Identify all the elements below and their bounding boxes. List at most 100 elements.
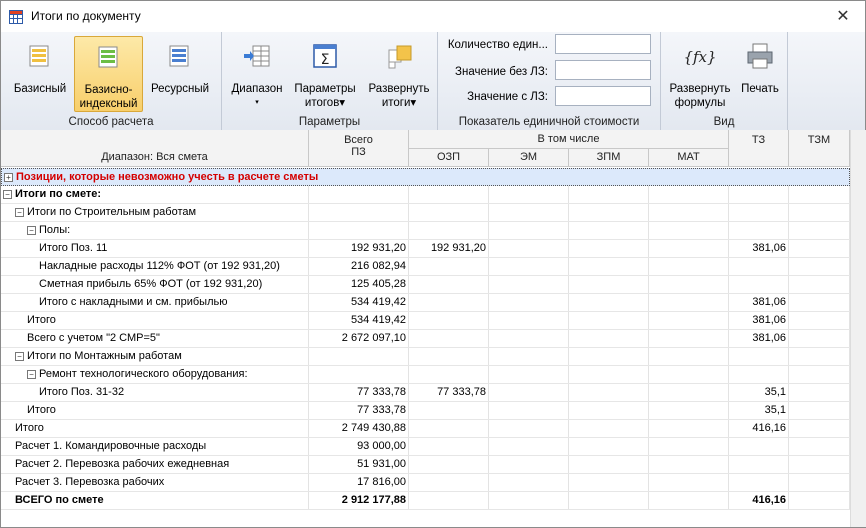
basis-index-label2: индексный bbox=[79, 98, 138, 110]
print-label: Печать bbox=[741, 83, 779, 95]
row-name-cell: Расчет 3. Перевозка рабочих bbox=[1, 474, 309, 491]
cell-ozp bbox=[409, 276, 489, 293]
header-total-pz[interactable]: Всего ПЗ bbox=[309, 130, 409, 167]
cell-pz: 93 000,00 bbox=[309, 438, 409, 455]
table-row[interactable]: − Итоги по Монтажным работам bbox=[1, 348, 850, 366]
empty-cell bbox=[789, 204, 850, 221]
header-range[interactable]: Диапазон: Вся смета bbox=[1, 130, 309, 167]
collapse-minus-icon[interactable]: − bbox=[27, 370, 36, 379]
expand-plus-icon[interactable]: + bbox=[4, 173, 13, 182]
basic-calc-icon bbox=[29, 45, 49, 67]
expand-totals-label2: итоги▾ bbox=[381, 97, 417, 109]
table-row[interactable]: − Итоги по смете: bbox=[1, 186, 850, 204]
range-button[interactable]: Диапазон ▾ bbox=[226, 36, 288, 110]
value-with-lz-label: Значение с ЛЗ: bbox=[467, 91, 548, 103]
svg-text:{fx}: {fx} bbox=[684, 48, 716, 66]
basis-index-button[interactable]: Базисно- индексный bbox=[74, 36, 143, 112]
empty-cell bbox=[789, 276, 850, 293]
empty-cell bbox=[649, 276, 729, 293]
cell-ozp bbox=[409, 312, 489, 329]
cell-tz bbox=[729, 366, 789, 383]
empty-cell bbox=[649, 222, 729, 239]
collapse-minus-icon[interactable]: − bbox=[3, 190, 12, 199]
vertical-scrollbar[interactable] bbox=[850, 130, 866, 527]
row-name-cell: Всего с учетом "2 СМР=5" bbox=[1, 330, 309, 347]
table-row[interactable]: − Итоги по Строительным работам bbox=[1, 204, 850, 222]
empty-cell bbox=[789, 186, 850, 203]
value-without-lz-field[interactable] bbox=[555, 60, 651, 80]
warning-row[interactable]: + Позиции, которые невозможно учесть в ра… bbox=[1, 168, 850, 186]
empty-cell bbox=[649, 456, 729, 473]
row-name: Ремонт технологического оборудования: bbox=[39, 368, 248, 380]
table-row[interactable]: Расчет 1. Командировочные расходы 93 000,… bbox=[1, 438, 850, 456]
table-row[interactable]: Итого с накладными и см. прибылью 534 419… bbox=[1, 294, 850, 312]
header-tzm[interactable]: ТЗМ bbox=[789, 130, 850, 167]
header-zpm[interactable]: ЗПМ bbox=[569, 149, 649, 167]
cell-pz: 17 816,00 bbox=[309, 474, 409, 491]
empty-cell bbox=[489, 204, 569, 221]
row-name-cell: − Полы: bbox=[1, 222, 309, 239]
table-row[interactable]: Итого Поз. 31-32 77 333,78 77 333,78 35,1 bbox=[1, 384, 850, 402]
empty-cell bbox=[649, 366, 729, 383]
row-name: Итоги по Строительным работам bbox=[27, 206, 197, 218]
table-row[interactable]: Итого 2 749 430,88 416,16 bbox=[1, 420, 850, 438]
totals-grid: Диапазон: Вся смета Всего ПЗ В том числе… bbox=[1, 130, 850, 527]
table-row[interactable]: Расчет 2. Перевозка рабочих ежедневная 51… bbox=[1, 456, 850, 474]
empty-cell bbox=[489, 348, 569, 365]
header-mat[interactable]: МАТ bbox=[649, 149, 729, 167]
unit-cost-group: Количество един... Значение без ЛЗ: Знач… bbox=[438, 32, 661, 130]
cell-tz bbox=[729, 276, 789, 293]
table-row[interactable]: Итого 534 419,42 381,06 bbox=[1, 312, 850, 330]
close-button[interactable]: ✕ bbox=[821, 1, 865, 32]
params-group: Диапазон ▾ Σ Параметры итогов▾ Развернут… bbox=[222, 32, 438, 130]
table-row[interactable]: Накладные расходы 112% ФОТ (от 192 931,2… bbox=[1, 258, 850, 276]
range-label: Диапазон bbox=[231, 83, 283, 95]
table-row[interactable]: − Ремонт технологического оборудования: bbox=[1, 366, 850, 384]
header-ozp[interactable]: ОЗП bbox=[409, 149, 489, 167]
expand-formulas-button[interactable]: {fx} Развернуть формулы bbox=[665, 36, 735, 110]
header-tz[interactable]: ТЗ bbox=[729, 130, 789, 167]
expand-totals-button[interactable]: Развернуть итоги▾ bbox=[364, 36, 434, 110]
resource-button[interactable]: Ресурсный bbox=[145, 36, 215, 110]
table-row[interactable]: Сметная прибыль 65% ФОТ (от 192 931,20) 1… bbox=[1, 276, 850, 294]
header-total-label: Всего bbox=[344, 134, 373, 146]
quantity-label: Количество един... bbox=[447, 39, 548, 51]
svg-text:Σ: Σ bbox=[321, 52, 330, 68]
table-row[interactable]: Итого 77 333,78 35,1 bbox=[1, 402, 850, 420]
empty-cell bbox=[489, 384, 569, 401]
empty-cell bbox=[789, 294, 850, 311]
empty-cell bbox=[649, 438, 729, 455]
expand-totals-icon bbox=[388, 45, 412, 69]
value-with-lz-field[interactable] bbox=[555, 86, 651, 106]
resource-calc-icon bbox=[169, 45, 189, 67]
cell-ozp: 192 931,20 bbox=[409, 240, 489, 257]
row-name: Расчет 3. Перевозка рабочих bbox=[15, 476, 165, 488]
empty-cell bbox=[649, 258, 729, 275]
cell-pz: 51 931,00 bbox=[309, 456, 409, 473]
empty-cell bbox=[489, 420, 569, 437]
table-row[interactable]: Итого Поз. 11 192 931,20 192 931,20 381,06 bbox=[1, 240, 850, 258]
cell-pz bbox=[309, 222, 409, 239]
empty-cell bbox=[789, 258, 850, 275]
empty-cell bbox=[489, 276, 569, 293]
cell-tz: 381,06 bbox=[729, 330, 789, 347]
expand-totals-label1: Развернуть bbox=[368, 83, 430, 95]
cell-pz: 125 405,28 bbox=[309, 276, 409, 293]
cell-tz: 35,1 bbox=[729, 402, 789, 419]
row-name: Итого bbox=[27, 314, 56, 326]
table-row[interactable]: Всего с учетом "2 СМР=5" 2 672 097,10 381,… bbox=[1, 330, 850, 348]
header-em[interactable]: ЭМ bbox=[489, 149, 569, 167]
table-row[interactable]: Расчет 3. Перевозка рабочих 17 816,00 bbox=[1, 474, 850, 492]
collapse-minus-icon[interactable]: − bbox=[27, 226, 36, 235]
empty-cell bbox=[569, 492, 649, 509]
collapse-minus-icon[interactable]: − bbox=[15, 208, 24, 217]
quantity-field[interactable] bbox=[555, 34, 651, 54]
print-button[interactable]: Печать bbox=[737, 36, 783, 110]
table-row[interactable]: − Полы: bbox=[1, 222, 850, 240]
collapse-minus-icon[interactable]: − bbox=[15, 352, 24, 361]
table-row[interactable]: ВСЕГО по смете 2 912 177,88 416,16 bbox=[1, 492, 850, 510]
row-name-cell: Сметная прибыль 65% ФОТ (от 192 931,20) bbox=[1, 276, 309, 293]
total-params-label2: итогов▾ bbox=[304, 97, 346, 109]
total-params-button[interactable]: Σ Параметры итогов▾ bbox=[290, 36, 360, 110]
basic-button[interactable]: Базисный bbox=[7, 36, 73, 110]
